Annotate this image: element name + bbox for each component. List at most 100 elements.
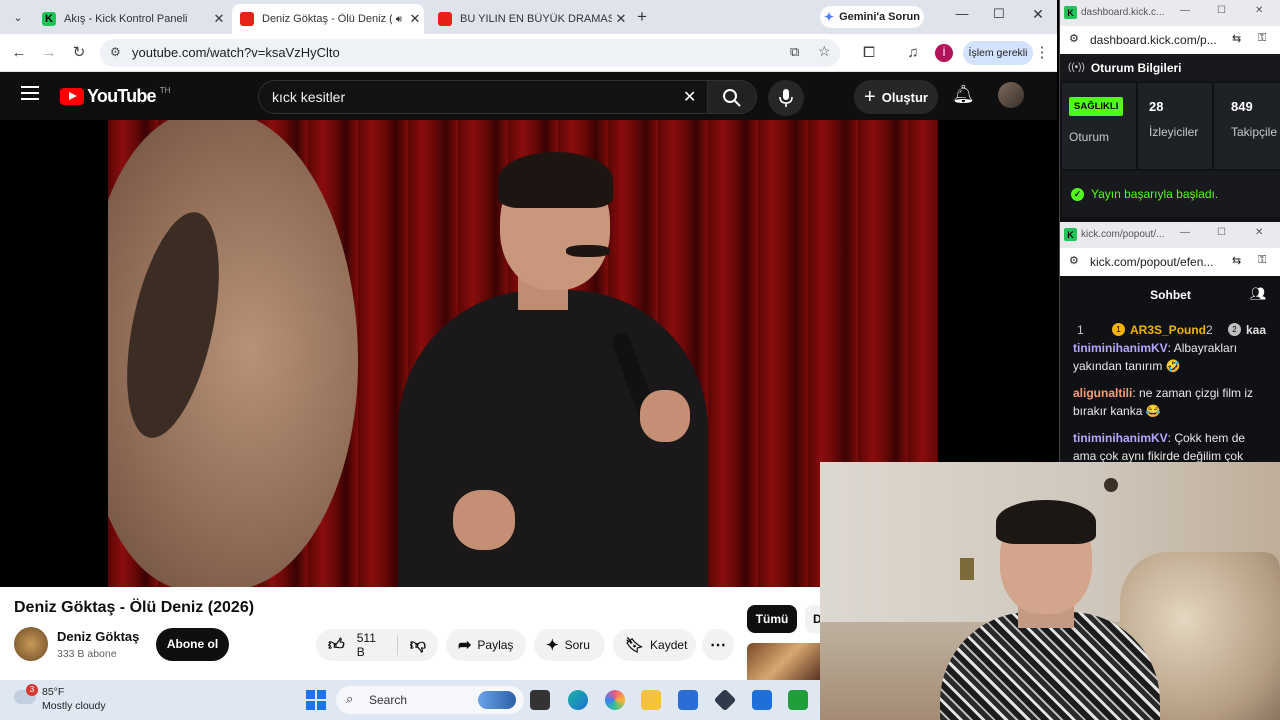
- tab-youtube-drama[interactable]: BU YILIN EN BÜYÜK DRAMASI: ✕: [430, 4, 630, 34]
- popup-address-bar[interactable]: ⚙ kick.com/popout/efen... ⇆ ⚿: [1060, 248, 1280, 276]
- app-blue-icon[interactable]: [752, 690, 772, 710]
- subscribe-button[interactable]: Abone ol: [156, 628, 229, 661]
- sparkle-icon: ✦: [546, 637, 559, 654]
- popup-title: dashboard.kick.c...: [1081, 7, 1165, 18]
- edge-icon[interactable]: [568, 690, 588, 710]
- search-highlight-icon: [478, 691, 516, 709]
- taskbar-search-box[interactable]: ⌕ Search: [336, 686, 524, 714]
- search-input[interactable]: kıck kesitler ✕: [258, 80, 708, 114]
- minimize-button[interactable]: —: [1180, 227, 1190, 238]
- tab-youtube-video[interactable]: Deniz Göktaş - Ölü Deniz (2 🔊︎ ✕: [232, 4, 424, 34]
- followers-stat-card: 849 Takipçile: [1214, 83, 1280, 169]
- more-actions-button[interactable]: ⋯: [702, 629, 734, 661]
- chat-username[interactable]: tiniminihanimKV: [1073, 431, 1168, 445]
- bookmark-star-icon[interactable]: ☆: [818, 43, 831, 60]
- chat-username[interactable]: tiniminihanimKV: [1073, 341, 1168, 355]
- close-tab-icon[interactable]: ✕: [612, 11, 630, 27]
- reload-icon[interactable]: ↻: [68, 42, 90, 64]
- tab-title: Deniz Göktaş - Ölü Deniz (2: [262, 13, 392, 25]
- leaderboard-name[interactable]: kaa: [1246, 323, 1266, 337]
- minimize-button[interactable]: —: [1180, 5, 1190, 16]
- youtube-icon: [240, 12, 254, 26]
- translate-icon[interactable]: ⇆: [1232, 32, 1241, 45]
- windows-start-icon[interactable]: [306, 690, 326, 710]
- video-title: Deniz Göktaş - Ölü Deniz (2026): [14, 599, 255, 616]
- forward-icon[interactable]: →: [38, 42, 60, 64]
- site-info-icon[interactable]: ⚙: [1069, 32, 1079, 45]
- browser-menu-icon[interactable]: ⋮: [1031, 42, 1053, 64]
- related-video-thumbnail[interactable]: [747, 643, 820, 680]
- leaderboard-score: 2: [1206, 323, 1213, 337]
- action-required-button[interactable]: İşlem gerekli: [963, 41, 1033, 65]
- chat-username[interactable]: aligunaltili: [1073, 386, 1132, 400]
- translate-icon[interactable]: ⇆: [1232, 254, 1241, 267]
- tab-search-icon[interactable]: ⌄: [8, 8, 28, 28]
- channel-name[interactable]: Deniz Göktaş: [57, 629, 139, 644]
- address-bar[interactable]: ⚙ youtube.com/watch?v=ksaVzHyClto ⧉ ☆: [100, 39, 840, 67]
- create-button[interactable]: + Oluştur: [854, 80, 938, 114]
- search-icon: ⌕: [346, 691, 354, 706]
- gemini-button[interactable]: ✦ Gemini'a Sorun: [820, 6, 924, 28]
- leaderboard-name[interactable]: AR3S_Pound: [1130, 323, 1206, 337]
- password-key-icon[interactable]: ⚿: [1258, 32, 1266, 45]
- close-window-button[interactable]: ✕: [1026, 6, 1050, 28]
- weather-alert-badge: 3: [26, 684, 38, 696]
- speaker-icon[interactable]: 🔊︎: [396, 14, 402, 25]
- clear-search-icon[interactable]: ✕: [683, 87, 696, 107]
- bookmark-icon: 🔖︎: [625, 637, 645, 654]
- section-title: Oturum Bilgileri: [1090, 60, 1182, 75]
- hamburger-menu-icon[interactable]: [21, 86, 39, 100]
- weather-widget[interactable]: 3 85°F Mostly cloudy: [14, 684, 124, 716]
- notifications-bell-icon[interactable]: 🔔︎: [952, 84, 975, 106]
- site-info-icon[interactable]: ⚙: [1069, 254, 1079, 267]
- close-window-button[interactable]: ✕: [1255, 227, 1263, 238]
- xbox-icon[interactable]: [788, 690, 808, 710]
- chat-users-icon[interactable]: 👥︎: [1250, 286, 1267, 302]
- media-control-icon[interactable]: ♫: [902, 42, 924, 64]
- chip-all[interactable]: Tümü: [747, 605, 797, 633]
- back-icon[interactable]: ←: [8, 42, 30, 64]
- save-button[interactable]: 🔖︎ Kaydet: [613, 629, 696, 661]
- file-explorer-icon[interactable]: [641, 690, 661, 710]
- user-avatar[interactable]: [998, 82, 1024, 108]
- share-button[interactable]: ➦ Paylaş: [446, 629, 526, 661]
- voice-search-button[interactable]: [768, 80, 804, 116]
- maximize-button[interactable]: ☐: [1217, 5, 1226, 16]
- tab-kick-dashboard[interactable]: K Akış - Kick Kontrol Paneli ✕: [34, 4, 228, 34]
- profile-avatar[interactable]: İ: [935, 44, 953, 62]
- search-button[interactable]: [707, 80, 757, 114]
- close-tab-icon[interactable]: ✕: [406, 11, 424, 27]
- popup-titlebar: K kick.com/popout/... — ☐ ✕: [1060, 222, 1280, 248]
- app-cube-icon[interactable]: [713, 688, 737, 712]
- copilot-icon[interactable]: [605, 690, 625, 710]
- tab-title: BU YILIN EN BÜYÜK DRAMASI:: [460, 13, 612, 25]
- youtube-play-icon: [60, 88, 84, 105]
- dislike-icon[interactable]: 👎︎: [410, 636, 426, 655]
- extensions-icon[interactable]: ⧠: [858, 42, 880, 64]
- maximize-button[interactable]: ☐: [1217, 227, 1226, 238]
- ask-button[interactable]: ✦ Soru: [534, 629, 605, 661]
- maximize-button[interactable]: ☐: [987, 6, 1011, 28]
- site-info-icon[interactable]: ⚙: [110, 45, 121, 59]
- task-view-icon[interactable]: [530, 690, 550, 710]
- popup-address-bar[interactable]: ⚙ dashboard.kick.com/p... ⇆ ⚿: [1060, 26, 1280, 54]
- gemini-icon: ✦: [824, 10, 835, 24]
- install-app-icon[interactable]: ⧉: [790, 44, 799, 60]
- minimize-button[interactable]: —: [950, 6, 974, 28]
- taskbar-search-placeholder: Search: [369, 693, 408, 707]
- windows-taskbar: 3 85°F Mostly cloudy ⌕ Search: [0, 680, 820, 720]
- close-window-button[interactable]: ✕: [1255, 5, 1263, 16]
- new-tab-button[interactable]: +: [632, 7, 652, 27]
- close-tab-icon[interactable]: ✕: [210, 11, 228, 27]
- password-key-icon[interactable]: ⚿: [1258, 254, 1266, 267]
- store-icon[interactable]: [678, 690, 698, 710]
- status-badge: SAĞLIKLI: [1069, 97, 1124, 116]
- youtube-logo[interactable]: YouTube TH: [60, 86, 170, 107]
- channel-avatar[interactable]: [14, 627, 48, 661]
- kick-chat-window: K kick.com/popout/... — ☐ ✕ ⚙ kick.com/p…: [1059, 222, 1280, 462]
- like-count[interactable]: 511 B: [357, 631, 383, 659]
- like-icon[interactable]: 👍︎: [328, 636, 345, 655]
- share-icon: ➦: [458, 637, 472, 654]
- gemini-label: Gemini'a Sorun: [839, 11, 920, 23]
- search-icon: [723, 89, 741, 107]
